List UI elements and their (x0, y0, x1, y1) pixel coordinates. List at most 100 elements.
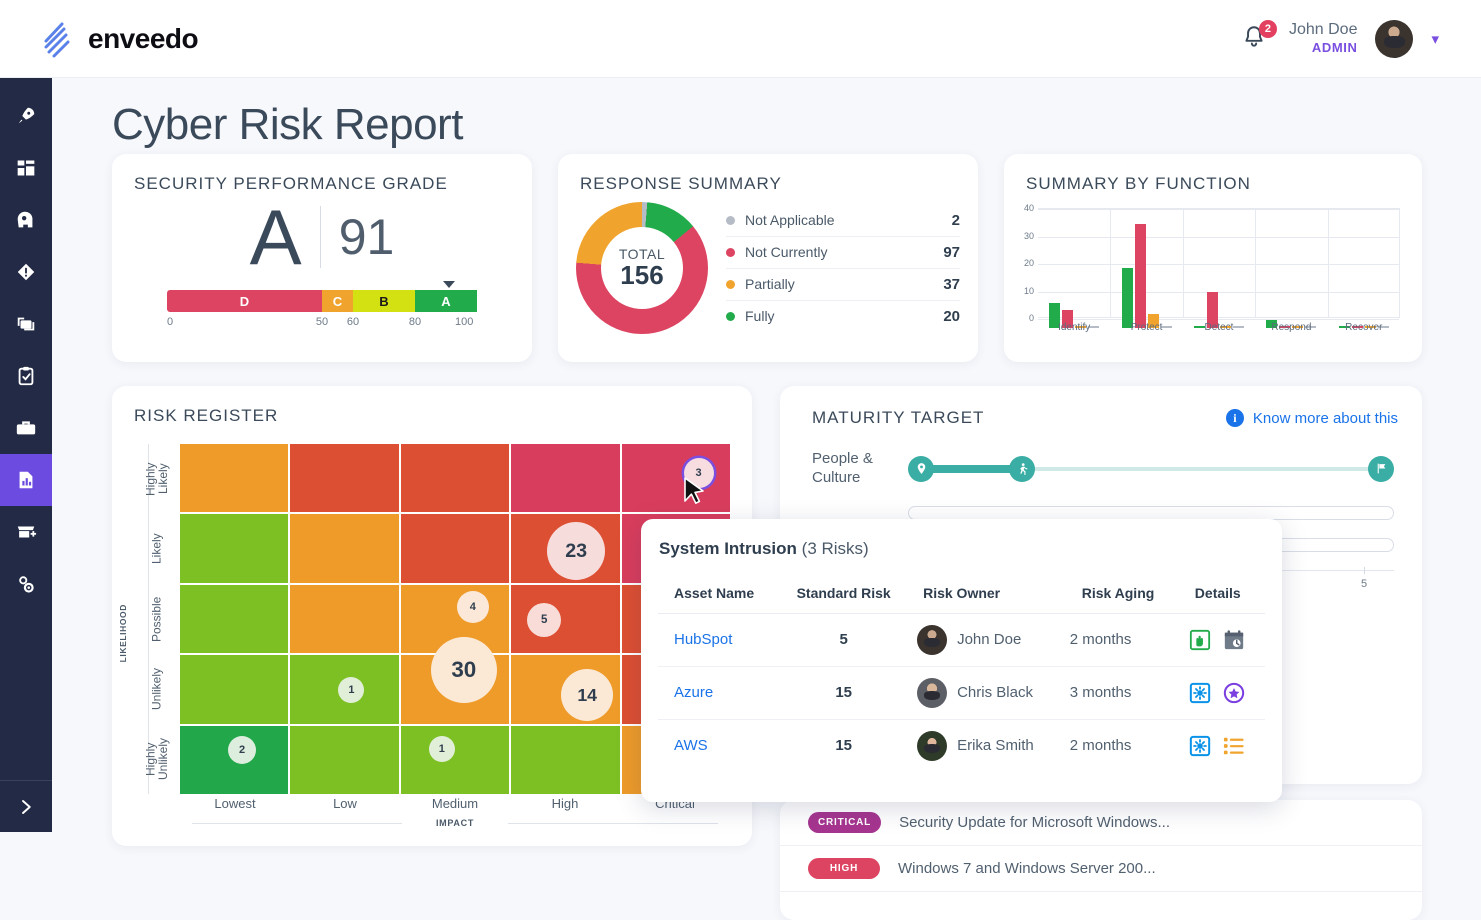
legend-row: Fully20 (726, 301, 960, 332)
gear-icon[interactable] (1189, 682, 1211, 704)
bar-group (1110, 218, 1182, 328)
risk-bubble[interactable]: 14 (561, 669, 613, 721)
rocket-icon (15, 105, 37, 127)
risk-matrix-cell[interactable]: 30 (401, 655, 509, 723)
maturity-track-fill (921, 465, 1022, 473)
grade-tick: 50 (316, 316, 328, 328)
grade-tick: 60 (347, 316, 359, 328)
maturity-row-people-culture: People & Culture (780, 428, 1422, 488)
sidebar-item-rocket[interactable] (0, 90, 52, 142)
likelihood-labels: HighlyLikelyLikelyPossibleUnlikelyHighly… (134, 444, 180, 794)
chevron-down-icon[interactable]: ▾ (1431, 30, 1439, 48)
notifications-button[interactable]: 2 (1241, 23, 1271, 55)
risk-matrix-cell[interactable]: 3 (622, 444, 730, 512)
risk-matrix-cell[interactable]: 23 (511, 514, 619, 582)
asset-name-link[interactable]: HubSpot (658, 613, 781, 666)
risk-matrix-cell[interactable] (290, 726, 398, 794)
bar[interactable] (1194, 326, 1205, 328)
grade-tick: 100 (455, 316, 473, 328)
risk-bubble[interactable]: 2 (228, 736, 256, 764)
sidebar-item-assessments[interactable] (0, 350, 52, 402)
risk-bubble[interactable]: 4 (457, 591, 489, 623)
top-navigation-bar: enveedo 2 John Doe ADMIN ▾ (0, 0, 1481, 78)
risk-bubble[interactable]: 5 (527, 603, 561, 637)
sidebar-item-portfolio[interactable] (0, 402, 52, 454)
risk-matrix-cell[interactable]: 14 (511, 655, 619, 723)
risk-bubble[interactable]: 30 (431, 637, 497, 703)
calendar-clock-icon[interactable] (1223, 629, 1245, 651)
runner-icon[interactable] (1009, 456, 1035, 482)
card-title-response: RESPONSE SUMMARY (558, 154, 978, 194)
risk-matrix-cell[interactable] (290, 514, 398, 582)
likelihood-axis-title: LIKELIHOOD (118, 604, 128, 662)
popup-table-header-row: Asset Name Standard Risk Risk Owner Risk… (658, 574, 1266, 614)
risk-bubble[interactable]: 23 (547, 522, 605, 580)
sidebar-item-dashboard[interactable] (0, 142, 52, 194)
asset-name-link[interactable]: AWS (658, 719, 781, 772)
details-cell (1179, 666, 1266, 719)
function-bar-chart: 010203040IdentifyProtectDetectRespondRec… (1038, 208, 1400, 328)
risk-matrix-cell[interactable]: 1 (290, 655, 398, 723)
response-donut-area: TOTAL 156 Not Applicable2Not Currently97… (558, 194, 978, 334)
risk-matrix-cell[interactable] (180, 444, 288, 512)
sidebar-item-reports[interactable] (0, 454, 52, 506)
gear-icon[interactable] (1189, 735, 1211, 757)
sidebar-item-risks[interactable] (0, 246, 52, 298)
vulnerability-row[interactable]: HIGHWindows 7 and Windows Server 200... (780, 846, 1422, 892)
risk-bubble[interactable]: 3 (684, 458, 714, 488)
x-axis-tick-label: Detect (1205, 322, 1234, 333)
risk-owner-cell: Chris Black (907, 666, 1066, 719)
risk-matrix-cell[interactable] (401, 444, 509, 512)
risk-matrix-cell[interactable] (290, 585, 398, 653)
risk-matrix-cell[interactable]: 5 (511, 585, 619, 653)
briefcase-icon (15, 417, 37, 439)
avatar[interactable] (1375, 20, 1413, 58)
grade-tick: 80 (409, 316, 421, 328)
axis-tick (1364, 567, 1365, 574)
risk-matrix-cell[interactable] (180, 514, 288, 582)
sidebar-item-marketplace[interactable] (0, 506, 52, 558)
maturity-progress-track[interactable] (908, 456, 1394, 482)
sidebar-item-layers[interactable] (0, 298, 52, 350)
risk-matrix-cell[interactable] (511, 444, 619, 512)
flag-icon[interactable] (1368, 456, 1394, 482)
know-more-link[interactable]: i Know more about this (1226, 409, 1398, 427)
sidebar-expand-button[interactable] (0, 780, 52, 832)
y-axis-tick-label: 30 (1024, 231, 1034, 241)
topbar-right-group: 2 John Doe ADMIN ▾ (1241, 20, 1439, 58)
likelihood-label: HighlyLikely (134, 444, 180, 514)
risk-matrix-cell[interactable] (401, 514, 509, 582)
vulnerability-row[interactable]: CRITICALSecurity Update for Microsoft Wi… (780, 800, 1422, 846)
risk-matrix-cell[interactable] (180, 585, 288, 653)
grade-band-d: D (167, 290, 322, 312)
bar[interactable] (1135, 224, 1146, 329)
risk-matrix-cell[interactable]: 1 (401, 726, 509, 794)
asset-name-link[interactable]: Azure (658, 666, 781, 719)
list-icon[interactable] (1223, 735, 1245, 757)
maturity-empty-track[interactable] (908, 506, 1394, 520)
risk-owner-cell: Erika Smith (907, 719, 1066, 772)
user-info[interactable]: John Doe ADMIN (1289, 20, 1358, 56)
severity-badge: HIGH (808, 858, 880, 879)
risk-matrix-cell[interactable] (290, 444, 398, 512)
likelihood-label: Unlikely (134, 654, 180, 724)
legend-color-dot (726, 280, 735, 289)
vulnerability-rows: CRITICALSecurity Update for Microsoft Wi… (780, 800, 1422, 892)
chevron-right-icon (17, 798, 35, 816)
map-pin-icon[interactable] (908, 456, 934, 482)
risk-owner-name: Chris Black (957, 684, 1033, 701)
risk-matrix-cell[interactable] (511, 726, 619, 794)
hand-stop-icon[interactable] (1189, 629, 1211, 651)
sidebar-item-settings[interactable] (0, 558, 52, 610)
brand-logo[interactable]: enveedo (42, 20, 198, 58)
maturity-header: MATURITY TARGET i Know more about this (780, 386, 1422, 428)
bar[interactable] (1233, 326, 1244, 328)
grade-score: 91 (321, 212, 395, 262)
risk-matrix-cell[interactable]: 2 (180, 726, 288, 794)
sidebar-item-insights[interactable] (0, 194, 52, 246)
bar[interactable] (1122, 268, 1133, 329)
risk-bubble[interactable]: 1 (338, 677, 364, 703)
risk-matrix-cell[interactable] (180, 655, 288, 723)
star-circle-icon[interactable] (1223, 682, 1245, 704)
risk-bubble[interactable]: 1 (429, 736, 455, 762)
